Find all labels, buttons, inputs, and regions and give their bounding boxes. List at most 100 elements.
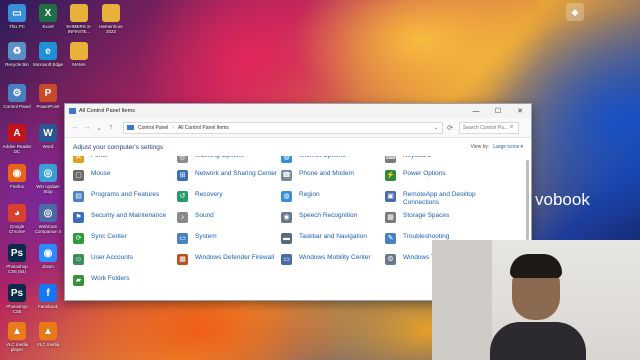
desktop-icon-label: Control Panel xyxy=(3,104,31,109)
search-input[interactable]: Search Control Pa... ⌕ xyxy=(459,121,519,134)
recent-locations-button[interactable]: ⌄ xyxy=(93,124,105,132)
desktop-icon[interactable]: f Facebook xyxy=(33,284,63,309)
control-panel-item[interactable]: ◍ Internet Options xyxy=(281,156,381,163)
desktop-icon[interactable]: P PowerPoint xyxy=(33,84,63,109)
control-panel-item[interactable]: ▬ Taskbar and Navigation xyxy=(281,233,381,244)
control-panel-item-label: Fonts xyxy=(91,156,107,160)
control-panel-item-label: Security and Maintenance xyxy=(91,212,167,219)
control-panel-item[interactable]: ♪ Sound xyxy=(177,212,277,223)
breadcrumb-all-items[interactable]: All Control Panel Items xyxy=(178,125,229,131)
desktop-icon[interactable]: ◉ Firefox xyxy=(2,164,32,189)
control-panel-item[interactable]: ↺ Recovery xyxy=(177,191,277,202)
desktop-app-icon: ▭ xyxy=(8,4,26,22)
desktop-icon[interactable]: ◎ Win Update Stop xyxy=(33,164,63,194)
users-icon: ☺ xyxy=(73,254,84,265)
back-button[interactable]: ← xyxy=(69,124,81,131)
desktop-icon[interactable]: ▲ VLC media xyxy=(33,322,63,347)
forward-button[interactable]: → xyxy=(81,124,93,131)
system-icon: ▭ xyxy=(177,233,188,244)
desktop-icon[interactable]: MAMA xyxy=(64,42,94,67)
desktop-icon[interactable]: ♻ Recycle Bin xyxy=(2,42,32,67)
control-panel-item[interactable]: ◎ Indexing Options xyxy=(177,156,277,163)
control-panel-item[interactable]: ▢ Mouse xyxy=(73,170,173,181)
minimize-button[interactable]: — xyxy=(465,108,487,115)
desktop-icon[interactable]: ▲ VLC media player xyxy=(2,322,32,352)
control-panel-item[interactable]: ☺ User Accounts xyxy=(73,254,173,265)
breadcrumb-separator[interactable]: › xyxy=(172,125,174,131)
refresh-button[interactable]: ⟳ xyxy=(443,124,457,132)
control-panel-item[interactable]: ⊞ Network and Sharing Center xyxy=(177,170,277,181)
desktop-icon-label: Adobe Reader DC xyxy=(2,144,32,154)
indexing-icon: ◎ xyxy=(177,156,188,163)
control-panel-item-label: Phone and Modem xyxy=(299,170,354,177)
tools-icon: ⚙ xyxy=(385,254,396,265)
control-panel-item[interactable]: ▦ Storage Spaces xyxy=(385,212,480,223)
desktop-icon[interactable]: ◉ Zoom xyxy=(33,244,63,269)
control-panel-item[interactable]: ⌨ Keyboard xyxy=(385,156,480,163)
control-panel-item-label: Programs and Features xyxy=(91,191,160,198)
title-bar[interactable]: All Control Panel Items — ☐ ✕ xyxy=(65,104,531,118)
maximize-button[interactable]: ☐ xyxy=(487,107,509,115)
desktop-icon-label: Photoshop CS6 xyxy=(6,304,28,314)
desktop-icon[interactable]: ▭ This PC xyxy=(2,4,32,29)
control-panel-item[interactable]: ▤ Programs and Features xyxy=(73,191,173,202)
address-dropdown-icon[interactable]: ⌄ xyxy=(434,125,438,131)
control-panel-item-label: Storage Spaces xyxy=(403,212,450,219)
control-panel-item[interactable]: ⟳ Sync Center xyxy=(73,233,173,244)
breadcrumb-control-panel[interactable]: Control Panel xyxy=(138,125,168,131)
desktop-icon[interactable]: X Excel xyxy=(33,4,63,29)
control-panel-item[interactable]: ◉ Speech Recognition xyxy=(281,212,381,223)
desktop-icon[interactable]: A Adobe Reader DC xyxy=(2,124,32,154)
control-panel-item-label: Sound xyxy=(195,212,214,219)
desktop-icon-label: PowerPoint xyxy=(36,104,60,109)
desktop-icon-label: Hemenhore 2022 xyxy=(99,24,123,34)
desktop-icon[interactable]: ◕ Google Chrome xyxy=(2,204,32,234)
desktop-app-icon: ▲ xyxy=(8,322,26,340)
search-icon[interactable]: ⌕ xyxy=(510,124,518,131)
power-icon: ⚡ xyxy=(385,170,396,181)
desktop-app-icon: ◎ xyxy=(39,204,57,222)
desktop-icon-label: Google Chrome xyxy=(8,224,25,234)
desktop-icon[interactable]: W Word xyxy=(33,124,63,149)
folder-icon xyxy=(127,125,134,130)
vertical-scrollbar[interactable] xyxy=(526,160,529,240)
control-panel-item[interactable]: ◍ Region xyxy=(281,191,381,202)
desktop-icon[interactable]: KHMERS S-INFINITE... xyxy=(64,4,94,34)
desktop-icon[interactable]: Ps Photoshop CS6 xyxy=(2,284,32,314)
control-panel-item[interactable]: ⚡ Power Options xyxy=(385,170,480,181)
control-panel-item[interactable]: ▣ RemoteApp and Desktop Connections xyxy=(385,191,480,207)
address-bar[interactable]: Control Panel › All Control Panel Items … xyxy=(123,121,443,134)
control-panel-item-label: RemoteApp and Desktop Connections xyxy=(403,191,476,206)
control-panel-item[interactable]: ▦ Windows Defender Firewall xyxy=(177,254,277,265)
control-panel-item[interactable]: A Fonts xyxy=(73,156,173,163)
font-icon: A xyxy=(73,156,84,163)
control-panel-item-label: Sync Center xyxy=(91,233,127,240)
control-panel-item-label: Indexing Options xyxy=(195,156,244,160)
desktop-icon-label: Excel xyxy=(42,24,54,29)
close-button[interactable]: ✕ xyxy=(509,107,531,115)
person-body xyxy=(490,322,586,360)
desktop-icon[interactable]: Hemenhore 2022 xyxy=(96,4,126,34)
desktop-icon[interactable]: ⚙ Control Panel xyxy=(2,84,32,109)
control-panel-item-label: Region xyxy=(299,191,320,198)
person-hair xyxy=(510,254,562,278)
up-button[interactable]: ↑ xyxy=(105,124,117,131)
control-panel-item-label: Internet Options xyxy=(299,156,345,160)
view-by-dropdown[interactable]: Large icons ▾ xyxy=(493,144,523,150)
desktop-icon[interactable]: ◎ WebCam Companion 5 xyxy=(33,204,63,234)
desktop-icon[interactable]: Ps Photoshop CS6 (64) xyxy=(2,244,32,274)
control-panel-item[interactable]: ▰ Work Folders xyxy=(73,275,173,286)
control-panel-item[interactable]: ▭ System xyxy=(177,233,277,244)
taskbar-icon: ▬ xyxy=(281,233,292,244)
control-panel-item-label: Windows Mobility Center xyxy=(299,254,371,261)
webcam-overlay xyxy=(432,240,640,360)
desktop-app-icon[interactable]: ◆ xyxy=(566,3,584,21)
mouse-icon: ▢ xyxy=(73,170,84,181)
desktop-app-icon: ◎ xyxy=(39,164,57,182)
desktop-icon-label: VLC media player xyxy=(5,342,29,352)
phone-icon: ☎ xyxy=(281,170,292,181)
control-panel-item[interactable]: ☎ Phone and Modem xyxy=(281,170,381,181)
control-panel-item[interactable]: ▭ Windows Mobility Center xyxy=(281,254,381,265)
desktop-icon[interactable]: e Microsoft Edge xyxy=(33,42,63,67)
control-panel-item[interactable]: ⚑ Security and Maintenance xyxy=(73,212,173,223)
